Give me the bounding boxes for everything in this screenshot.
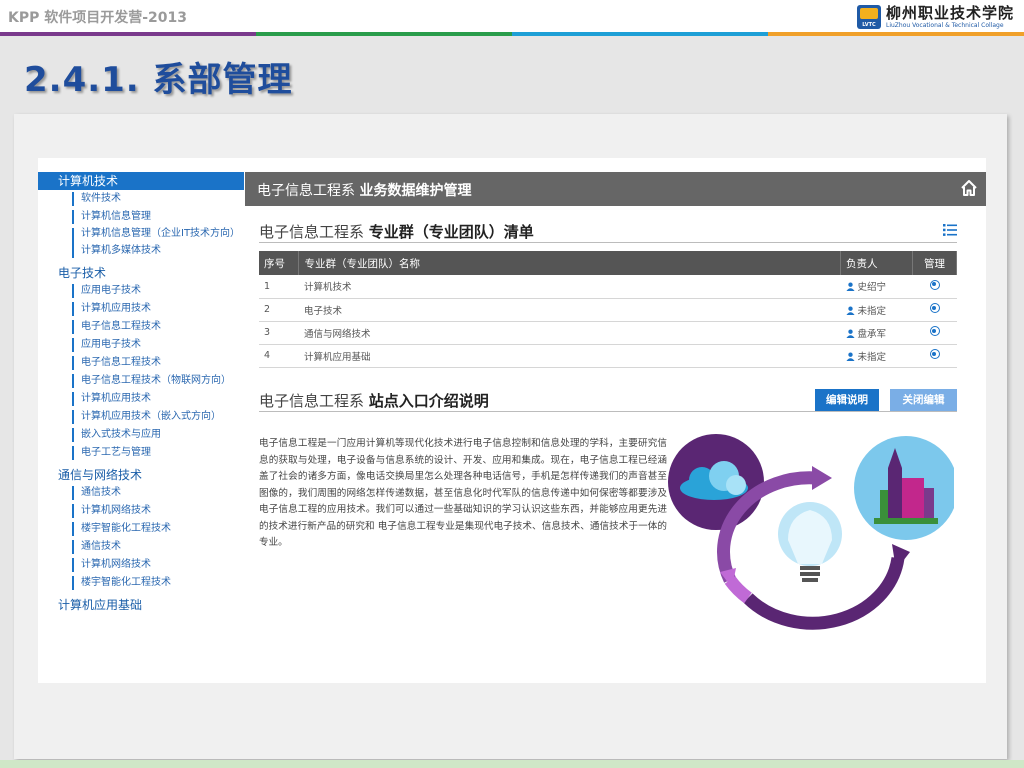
- sidebar-group: 电子技术 应用电子技术 计算机应用技术 电子信息工程技术 应用电子技术 电子信息工程技术电…: [38, 264, 244, 462]
- bottom-strip: [0, 760, 1024, 768]
- sidebar-item[interactable]: 软件技术: [72, 190, 244, 208]
- sidebar-category[interactable]: 计算机应用基础: [38, 596, 244, 614]
- manage-icon[interactable]: [929, 349, 940, 359]
- row-owner: 未指定: [840, 344, 913, 368]
- row-name: 电子技术: [298, 298, 841, 322]
- person-icon: [845, 306, 855, 315]
- manage-icon[interactable]: [929, 303, 940, 313]
- table-row: 4 计算机应用基础 未指定: [259, 344, 957, 368]
- col-header-no: 序号: [259, 251, 300, 275]
- sidebar-group: 计算机技术 软件技术 计算机信息管理 计算机信息管理（企业IT技术方向） 计算机多媒体技…: [38, 172, 244, 260]
- col-header-owner: 负责人: [840, 251, 913, 275]
- row-name: 计算机应用基础: [298, 344, 841, 368]
- sidebar-item[interactable]: 楼宇智能化工程技术: [72, 574, 244, 592]
- sidebar-item[interactable]: 嵌入式技术与应用: [72, 426, 244, 444]
- sidebar-item[interactable]: 电子信息工程技术: [72, 318, 244, 336]
- sidebar-item[interactable]: 计算机应用技术: [72, 390, 244, 408]
- edit-description-button[interactable]: 编辑说明: [815, 389, 879, 411]
- row-owner: 史绍宁: [840, 275, 913, 299]
- sidebar-item[interactable]: 计算机信息管理（企业IT技术方向）: [72, 226, 244, 258]
- row-manage: [912, 321, 957, 345]
- cycle-illustration: [668, 434, 954, 630]
- row-owner: 盘承军: [840, 321, 913, 345]
- college-logo: LVTC 柳州职业技术学院 LiuZhou Vocational & Techn…: [856, 3, 1014, 31]
- section-divider: [259, 411, 957, 412]
- sidebar-category[interactable]: 计算机技术: [38, 172, 244, 190]
- home-icon[interactable]: [960, 179, 978, 197]
- table-header-row: 序号 专业群（专业团队）名称 负责人 管理: [259, 251, 957, 275]
- main-header-title: 电子信息工程系 业务数据维护管理: [257, 183, 472, 199]
- sidebar-item[interactable]: 通信技术: [72, 538, 244, 556]
- sidebar-category[interactable]: 电子技术: [38, 264, 244, 282]
- sidebar-item[interactable]: 电子信息工程技术（物联网方向）: [72, 372, 244, 390]
- specialty-group-table: 序号 专业群（专业团队）名称 负责人 管理 1 计算机技术 史绍宁 2 电子技术 未指定 3…: [259, 251, 957, 368]
- light-bulb-icon: [778, 502, 842, 582]
- col-header-name: 专业群（专业团队）名称: [298, 251, 842, 275]
- list-section-title: 电子信息工程系 专业群（专业团队）清单: [259, 223, 534, 241]
- table-row: 2 电子技术 未指定: [259, 298, 957, 322]
- row-manage: [912, 298, 957, 322]
- person-icon: [845, 329, 855, 338]
- row-number: 4: [259, 344, 299, 368]
- row-number: 2: [259, 298, 299, 322]
- col-header-manage: 管理: [912, 251, 957, 275]
- sidebar-group: 通信与网络技术 通信技术 计算机网络技术 楼宇智能化工程技术 通信技术 计算机网络技术 楼宇…: [38, 466, 244, 592]
- table-row: 3 通信与网络技术 盘承军: [259, 321, 957, 345]
- sidebar-item[interactable]: 电子信息工程技术: [72, 354, 244, 372]
- table-row: 1 计算机技术 史绍宁: [259, 275, 957, 299]
- sidebar-item[interactable]: 计算机信息管理: [72, 208, 244, 226]
- sidebar-item[interactable]: 计算机应用技术: [72, 300, 244, 318]
- logo-mark-icon: LVTC: [856, 5, 881, 29]
- slide-header: KPP 软件项目开发营-2013 LVTC 柳州职业技术学院 LiuZhou V…: [0, 0, 1024, 32]
- row-number: 3: [259, 321, 299, 345]
- sidebar-item[interactable]: 计算机应用技术（嵌入式方向）: [72, 408, 244, 426]
- person-icon: [845, 352, 855, 361]
- sidebar-item[interactable]: 计算机网络技术: [72, 502, 244, 520]
- web-app: 计算机技术 软件技术 计算机信息管理 计算机信息管理（企业IT技术方向） 计算机多媒体技…: [38, 158, 986, 683]
- sidebar-item[interactable]: 电子工艺与管理: [72, 444, 244, 462]
- sidebar-item[interactable]: 应用电子技术: [72, 336, 244, 354]
- row-name: 通信与网络技术: [298, 321, 841, 345]
- intro-section-title: 电子信息工程系 站点入口介绍说明: [259, 392, 489, 410]
- logo-english-name: LiuZhou Vocational & Technical Collage: [885, 21, 1004, 29]
- sidebar-item[interactable]: 计算机网络技术: [72, 556, 244, 574]
- slide-title-area: 2.4.1. 系部管理: [0, 36, 1024, 116]
- sidebar-item[interactable]: 通信技术: [72, 484, 244, 502]
- slide-title: 2.4.1. 系部管理: [24, 60, 293, 100]
- person-icon: [845, 282, 855, 292]
- sidebar-group: 计算机应用基础: [38, 596, 244, 614]
- sidebar-category[interactable]: 通信与网络技术: [38, 466, 244, 484]
- list-icon[interactable]: [943, 224, 957, 236]
- section-divider: [259, 242, 957, 243]
- sidebar: 计算机技术 软件技术 计算机信息管理 计算机信息管理（企业IT技术方向） 计算机多媒体技…: [38, 172, 244, 683]
- row-owner: 未指定: [840, 298, 913, 322]
- intro-text: 电子信息工程是一门应用计算机等现代化技术进行电子信息控制和信息处理的学科，主要研…: [259, 438, 667, 548]
- row-manage: [912, 275, 957, 299]
- slide-header-title: KPP 软件项目开发营-2013: [8, 10, 188, 26]
- row-name: 计算机技术: [298, 275, 841, 299]
- main-header: 电子信息工程系 业务数据维护管理: [245, 172, 986, 206]
- row-number: 1: [259, 275, 299, 299]
- row-manage: [912, 344, 957, 368]
- manage-icon[interactable]: [929, 279, 940, 290]
- sidebar-item[interactable]: 应用电子技术: [72, 282, 244, 300]
- close-edit-button[interactable]: 关闭编辑: [890, 389, 957, 411]
- logo-chinese-name: 柳州职业技术学院: [885, 3, 1014, 22]
- manage-icon[interactable]: [929, 326, 940, 336]
- sidebar-item[interactable]: 楼宇智能化工程技术: [72, 520, 244, 538]
- sidebar-item[interactable]: 计算机多媒体技术: [72, 242, 244, 260]
